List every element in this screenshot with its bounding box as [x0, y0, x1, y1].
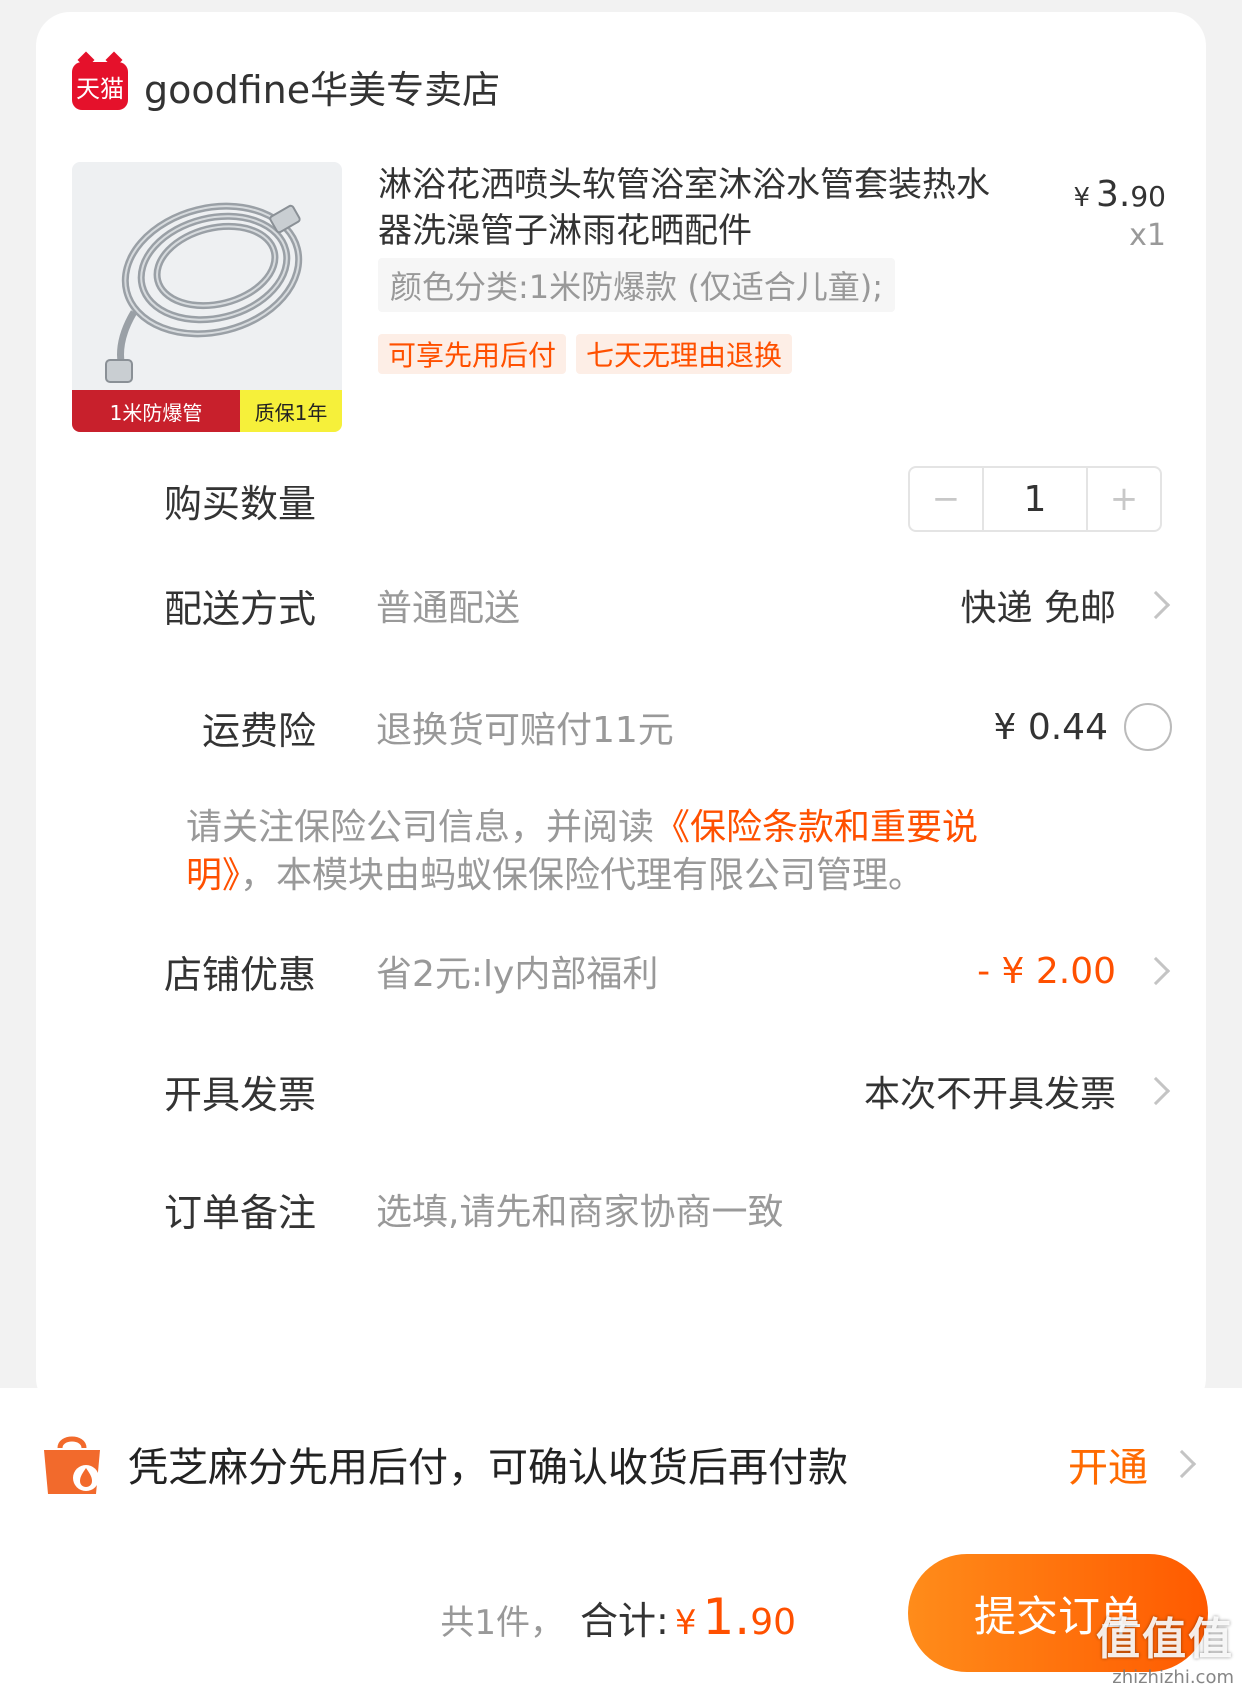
total-decimals: 90 [750, 1602, 796, 1643]
delivery-label: 配送方式 [163, 586, 316, 631]
quantity-label: 购买数量 [163, 481, 316, 526]
watermark-logo: 值值值 [1096, 1614, 1234, 1665]
badge-seven-day-return: 七天无理由退换 [576, 334, 793, 374]
insurance-price: ¥ 0.44 [993, 706, 1108, 748]
row-invoice[interactable]: 开具发票 本次不开具发票 [36, 1056, 1206, 1126]
watermark-url: zhizhizhi.com [1112, 1667, 1234, 1688]
shop-name[interactable]: goodfine华美专卖店 [144, 59, 500, 114]
row-insurance: 运费险 退换货可赔付11元 ¥ 0.44 [36, 692, 1206, 762]
total-label: 合计: [580, 1599, 669, 1643]
note-input[interactable]: 选填,请先和商家协商一致 [376, 1183, 783, 1235]
insurance-radio[interactable] [1124, 703, 1172, 751]
product-price: ¥3.90 [1073, 174, 1166, 215]
invoice-label: 开具发票 [163, 1072, 316, 1117]
zhima-pay-later-banner[interactable]: 凭芝麻分先用后付，可确认收货后再付款 开通 [38, 1424, 1208, 1504]
plus-button[interactable]: + [1088, 468, 1160, 530]
notice-prefix: 请关注保险公司信息，并阅读 [186, 807, 655, 848]
tmall-logo-icon: 天猫 [72, 62, 128, 110]
row-discount[interactable]: 店铺优惠 省2元:ly内部福利 - ¥ 2.00 [36, 936, 1206, 1006]
delivery-sub: 普通配送 [376, 588, 521, 629]
discount-value: - ¥ 2.00 [977, 950, 1116, 992]
shop-header[interactable]: 天猫 goodfine华美专卖店 [72, 54, 500, 118]
price-currency: ¥ [1073, 183, 1090, 213]
discount-sub: 省2元:ly内部福利 [376, 954, 659, 995]
invoice-value: 本次不开具发票 [863, 1074, 1116, 1115]
quantity-input[interactable]: 1 [982, 468, 1088, 530]
tag-warranty: 质保1年 [240, 390, 342, 432]
badge-pay-later: 可享先用后付 [378, 334, 567, 374]
product-sku[interactable]: 颜色分类:1米防爆款 (仅适合儿童); [378, 258, 896, 312]
order-card: 天猫 goodfine华美专卖店 1米防爆管 质保1年 淋浴花洒喷头软管浴室沐浴… [36, 12, 1206, 1412]
row-delivery[interactable]: 配送方式 普通配送 快递 免邮 [36, 570, 1206, 640]
delivery-value: 快递 免邮 [960, 588, 1116, 629]
insurance-label: 运费险 [201, 708, 316, 753]
insurance-notice: 请关注保险公司信息，并阅读《保险条款和重要说明》，本模块由蚂蚁保保险代理有限公司… [186, 804, 1066, 900]
item-count: 共1件， [440, 1603, 565, 1643]
chevron-right-icon [1167, 1449, 1197, 1479]
total-integer: 1. [702, 1588, 751, 1646]
product-quantity: x1 [1129, 218, 1166, 253]
quantity-stepper[interactable]: − 1 + [908, 466, 1162, 532]
shopping-bag-icon [38, 1430, 106, 1498]
product-title[interactable]: 淋浴花洒喷头软管浴室沐浴水管套装热水器洗澡管子淋雨花晒配件 [378, 162, 998, 254]
minus-button[interactable]: − [910, 468, 982, 530]
chevron-right-icon [1141, 590, 1171, 620]
order-total: 共1件， 合计: ¥ 1. 90 [440, 1588, 796, 1664]
insurance-sub: 退换货可赔付11元 [376, 710, 674, 751]
chevron-right-icon [1141, 956, 1171, 986]
bottom-bar: 凭芝麻分先用后付，可确认收货后再付款 开通 共1件， 合计: ¥ 1. 90 提… [0, 1388, 1242, 1694]
zhima-open-link[interactable]: 开通 [1068, 1435, 1148, 1493]
shower-hose-image [105, 202, 303, 383]
price-integer: 3. [1096, 174, 1131, 215]
service-badges: 可享先用后付 七天无理由退换 [378, 334, 793, 374]
zhima-text: 凭芝麻分先用后付，可确认收货后再付款 [128, 1445, 848, 1491]
product-image[interactable]: 1米防爆管 质保1年 [72, 162, 342, 432]
price-decimals: 90 [1130, 180, 1166, 213]
watermark: 值值值 zhizhizhi.com [1096, 1603, 1234, 1688]
row-quantity: 购买数量 − 1 + [36, 458, 1206, 542]
chevron-right-icon [1141, 1076, 1171, 1106]
note-label: 订单备注 [163, 1190, 316, 1235]
row-note: 订单备注 选填,请先和商家协商一致 [36, 1174, 1206, 1244]
tag-explosion-proof: 1米防爆管 [72, 390, 240, 432]
product-image-tags: 1米防爆管 质保1年 [72, 390, 342, 432]
discount-label: 店铺优惠 [163, 952, 316, 997]
total-currency: ¥ [674, 1603, 697, 1643]
notice-suffix: ，本模块由蚂蚁保保险代理有限公司管理。 [240, 855, 925, 896]
